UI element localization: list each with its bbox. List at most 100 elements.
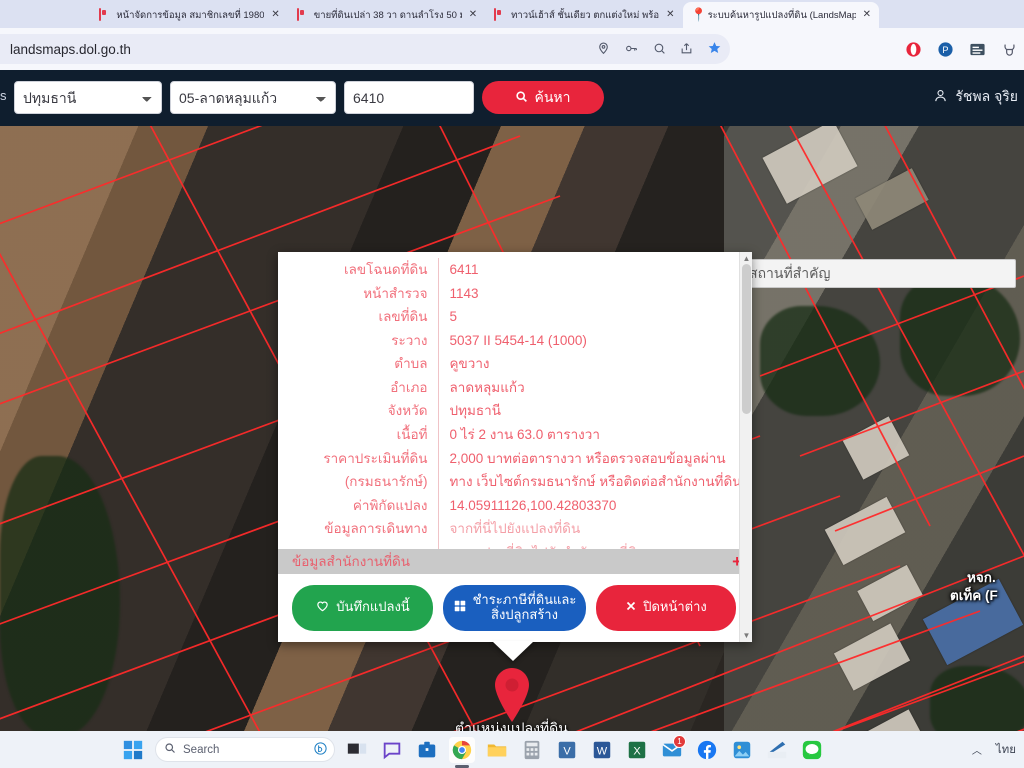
province-select[interactable]: ปทุมธานี bbox=[14, 81, 162, 114]
row-value: 6411 bbox=[449, 262, 479, 277]
mail-icon[interactable]: 1 bbox=[659, 734, 686, 763]
browser-tab-1[interactable]: หน้าจัดการข้อมูล สมาชิกเลขที่ 1980 ✕ bbox=[91, 2, 288, 28]
table-row: (กรมธนารักษ์) ทาง เว็บไซต์กรมธนารักษ์ หรื… bbox=[278, 470, 752, 494]
scrollbar-thumb[interactable] bbox=[742, 264, 751, 414]
close-x-icon bbox=[625, 600, 637, 616]
row-label: ระวาง bbox=[278, 328, 439, 353]
location-icon[interactable] bbox=[597, 42, 610, 57]
tab-close-button-0[interactable]: ✕ bbox=[78, 16, 90, 28]
user-account-menu[interactable]: รัชพล จุริย bbox=[933, 86, 1018, 108]
table-row: ตำบล คูขวาง bbox=[278, 352, 752, 376]
row-label: เนื้อที่ bbox=[278, 422, 439, 447]
row-label: ค่าพิกัดแปลง bbox=[278, 493, 439, 518]
taskbar-search-placeholder: Search bbox=[183, 743, 220, 756]
taskbar-search-box[interactable]: Search bbox=[155, 737, 335, 762]
zoom-icon[interactable] bbox=[653, 42, 666, 57]
table-row: อำเภอ ลาดหลุมแก้ว bbox=[278, 375, 752, 400]
parcel-info-scroll-area: เลขโฉนดที่ดิน 6411 หน้าสำรวจ 1143 เลขที่ดิ… bbox=[278, 252, 752, 549]
extension-toolbar: P bbox=[905, 36, 1018, 62]
row-label: อำเภอ bbox=[278, 375, 439, 400]
satellite-map[interactable]: หจก. ตเท็ค (F สวนไม้มงคล ลาดหลุมแก้ว ตำแ… bbox=[0, 126, 1024, 731]
row-value: 14.05911126,100.42803370 bbox=[449, 497, 617, 513]
tab-close-button-1[interactable]: ✕ bbox=[269, 9, 281, 21]
user-icon bbox=[933, 88, 948, 106]
svg-text:X: X bbox=[633, 745, 641, 757]
row-label: เลขโฉนดที่ดิน bbox=[278, 258, 439, 282]
row-value-link[interactable]: จากแปลงที่ดินไปยังสำนักงานที่ดิน bbox=[438, 541, 752, 549]
panel-scrollbar[interactable]: ▲ ▼ bbox=[739, 252, 752, 642]
save-parcel-button[interactable]: บันทึกแปลงนี้ bbox=[292, 584, 433, 631]
mail-badge-count: 1 bbox=[673, 734, 686, 748]
share-icon[interactable] bbox=[680, 42, 693, 57]
land-office-section-header[interactable]: ข้อมูลสำนักงานที่ดิน + bbox=[278, 548, 752, 574]
tab-close-button-3[interactable]: ✕ bbox=[664, 9, 676, 21]
app-header-bar: s ปทุมธานี 05-ลาดหลุมแก้ว ค้นหา รัชพล จุ… bbox=[0, 70, 1024, 126]
browser-tab-2[interactable]: ขายที่ดินเปล่า 38 วา ดานลำโรง 50 ม ✕ bbox=[288, 2, 486, 28]
bookmark-star-icon[interactable] bbox=[707, 41, 722, 57]
reader-icon[interactable] bbox=[969, 41, 986, 58]
heart-icon bbox=[315, 599, 330, 617]
parcel-location-marker[interactable] bbox=[490, 666, 534, 724]
browser-toolbar: landsmaps.dol.go.th P bbox=[0, 28, 1024, 70]
photos-icon[interactable] bbox=[729, 737, 755, 763]
row-label: ข้อมูลการเดินทาง bbox=[278, 517, 439, 541]
browser-tab-strip: ✕ หน้าจัดการข้อมูล สมาชิกเลขที่ 1980 ✕ ข… bbox=[0, 0, 1024, 28]
tab-close-button-4[interactable]: ✕ bbox=[861, 9, 873, 21]
table-row: เนื้อที่ 0 ไร่ 2 งาน 63.0 ตารางวา bbox=[278, 422, 752, 447]
address-bar[interactable]: landsmaps.dol.go.th bbox=[0, 34, 730, 64]
bing-copilot-icon[interactable] bbox=[313, 741, 328, 759]
parcel-info-table: เลขโฉนดที่ดิน 6411 หน้าสำรวจ 1143 เลขที่ดิ… bbox=[278, 258, 752, 549]
row-label: ราคาประเมินที่ดิน bbox=[278, 446, 439, 471]
key-icon[interactable] bbox=[624, 42, 639, 57]
table-row: ค่าพิกัดแปลง 14.05911126,100.42803370 bbox=[278, 493, 752, 518]
snipping-tool-icon[interactable] bbox=[764, 737, 790, 763]
taskbar-items: Search V W X 1 bbox=[120, 731, 825, 768]
red-doc-icon bbox=[99, 8, 111, 21]
system-tray: ︿ ไทย bbox=[972, 731, 1016, 768]
scroll-down-arrow[interactable]: ▼ bbox=[740, 629, 753, 642]
browser-tab-4-active[interactable]: 📍 ระบบค้นหารูปแปลงที่ดิน (LandsMap ✕ bbox=[682, 2, 879, 28]
word-icon[interactable]: W bbox=[589, 737, 615, 763]
section-title: ข้อมูลสำนักงานที่ดิน bbox=[292, 554, 411, 570]
microsoft-store-icon[interactable] bbox=[414, 737, 440, 763]
google-chrome-icon[interactable] bbox=[449, 736, 475, 763]
search-icon bbox=[515, 90, 528, 106]
row-value: 5 bbox=[449, 309, 458, 325]
parcel-number-input[interactable] bbox=[344, 81, 474, 114]
parcel-marker-label: ตำแหน่งแปลงที่ดิน bbox=[455, 720, 568, 731]
visio-icon[interactable]: V bbox=[554, 737, 580, 763]
row-value: 1143 bbox=[449, 285, 479, 301]
search-button[interactable]: ค้นหา bbox=[482, 81, 604, 114]
taskview-icon[interactable] bbox=[344, 737, 370, 763]
row-label: หน้าสำรวจ bbox=[278, 281, 439, 306]
table-row: เลขที่ดิน 5 bbox=[278, 305, 752, 329]
tray-chevron-up-icon[interactable]: ︿ bbox=[972, 742, 982, 757]
paypal-icon[interactable]: P bbox=[937, 41, 954, 58]
excel-icon[interactable]: X bbox=[624, 737, 650, 763]
browser-tab-3[interactable]: ทาวน์เฮ้าส์ ชั้นเดียว ตกแต่งใหม่ พร้อม ✕ bbox=[486, 2, 683, 28]
windows-start-icon[interactable] bbox=[120, 737, 146, 763]
search-icon bbox=[164, 742, 176, 757]
map-vegetation bbox=[760, 306, 880, 416]
pay-land-tax-button[interactable]: ชำระภาษีที่ดินและ สิ่งปลูกสร้าง bbox=[443, 584, 586, 631]
close-window-button[interactable]: ปิดหน้าต่าง bbox=[596, 584, 736, 631]
row-value-link[interactable]: จากที่นี่ไปยังแปลงที่ดิน bbox=[438, 517, 752, 541]
search-controls: ปทุมธานี 05-ลาดหลุมแก้ว ค้นหา bbox=[14, 81, 604, 114]
ime-language-indicator[interactable]: ไทย bbox=[996, 741, 1016, 759]
file-explorer-icon[interactable] bbox=[484, 737, 510, 763]
opera-icon[interactable] bbox=[905, 41, 922, 58]
amphoe-select[interactable]: 05-ลาดหลุมแก้ว bbox=[170, 81, 336, 114]
table-row: เลขโฉนดที่ดิน 6411 bbox=[278, 258, 752, 282]
goat-icon[interactable] bbox=[1001, 41, 1018, 58]
teams-chat-icon[interactable] bbox=[379, 737, 405, 763]
facebook-icon[interactable] bbox=[694, 737, 720, 763]
line-icon[interactable] bbox=[799, 737, 825, 763]
row-label: ตำบล bbox=[278, 352, 439, 376]
new-tab-button[interactable]: + bbox=[885, 5, 906, 24]
row-value: คูขวาง bbox=[449, 356, 490, 372]
calculator-icon[interactable] bbox=[519, 737, 545, 763]
panel-pointer-tail bbox=[492, 641, 534, 661]
map-vegetation bbox=[900, 276, 1020, 396]
tab-close-button-2[interactable]: ✕ bbox=[467, 9, 479, 21]
tab-title: ระบบค้นหารูปแปลงที่ดิน (LandsMap bbox=[707, 9, 856, 21]
